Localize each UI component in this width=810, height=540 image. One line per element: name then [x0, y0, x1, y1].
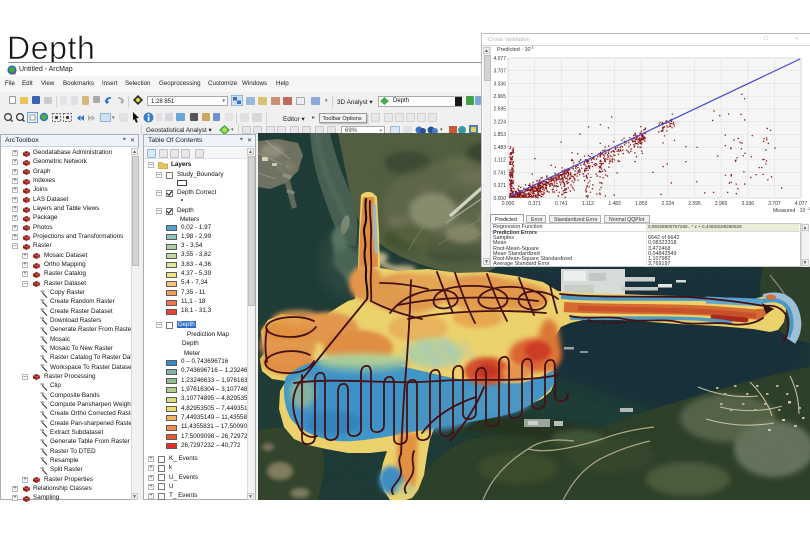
svg-text:0.741: 0.741 [555, 201, 568, 207]
svg-text:0.741: 0.741 [493, 170, 506, 176]
svg-text:1.112: 1.112 [494, 158, 506, 164]
svg-text:2.224: 2.224 [493, 120, 506, 126]
svg-text:3.336: 3.336 [493, 81, 506, 87]
svg-text:1.853: 1.853 [635, 201, 648, 207]
svg-text:Predicted · 10: Predicted · 10 [497, 47, 531, 53]
svg-text:-1: -1 [530, 45, 534, 50]
svg-text:1.483: 1.483 [493, 145, 506, 151]
svg-text:3.336: 3.336 [742, 201, 755, 207]
svg-text:0.371: 0.371 [528, 201, 541, 207]
svg-text:3.707: 3.707 [493, 69, 506, 75]
svg-text:Measured · 10: Measured · 10 [773, 208, 805, 214]
svg-text:2.965: 2.965 [715, 201, 728, 207]
svg-text:0.000: 0.000 [502, 201, 515, 207]
svg-text:0.371: 0.371 [493, 183, 506, 189]
svg-text:2.595: 2.595 [493, 107, 506, 113]
svg-text:1.112: 1.112 [582, 201, 594, 207]
svg-text:2.595: 2.595 [688, 201, 701, 207]
svg-text:3.707: 3.707 [768, 201, 781, 207]
svg-text:2.965: 2.965 [493, 94, 506, 100]
svg-text:4.077: 4.077 [493, 56, 506, 62]
svg-text:4.077: 4.077 [795, 201, 808, 207]
svg-text:2.224: 2.224 [662, 201, 675, 207]
svg-text:1.483: 1.483 [608, 201, 621, 207]
svg-text:1.853: 1.853 [493, 132, 506, 138]
